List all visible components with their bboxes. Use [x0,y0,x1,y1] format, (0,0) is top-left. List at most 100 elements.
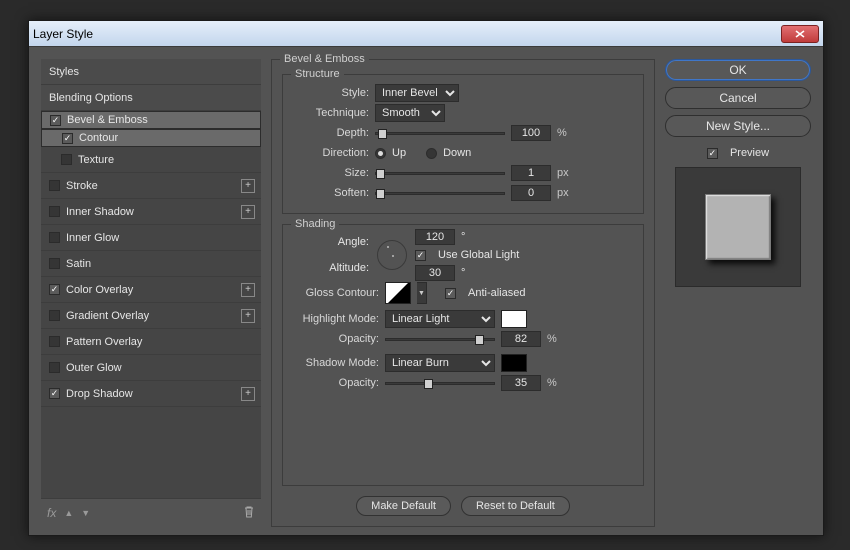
preview-label: Preview [730,147,769,159]
sidebar-item-blending-options[interactable]: Blending Options [41,85,261,111]
titlebar[interactable]: Layer Style [29,21,823,47]
shadow-color-swatch[interactable] [501,354,527,372]
checkbox[interactable] [49,284,60,295]
highlight-opacity-input[interactable]: 82 [501,331,541,347]
shadow-mode-label: Shadow Mode: [293,357,379,369]
label: Styles [49,66,79,78]
soften-slider[interactable] [375,192,505,195]
add-icon[interactable]: + [241,179,255,193]
checkbox[interactable] [49,232,60,243]
checkbox[interactable] [49,310,60,321]
add-icon[interactable]: + [241,205,255,219]
label: Gradient Overlay [66,310,149,322]
sidebar-item-gradient-overlay[interactable]: Gradient Overlay + [41,303,261,329]
sidebar-item-pattern-overlay[interactable]: Pattern Overlay [41,329,261,355]
layer-style-dialog: Layer Style Styles Blending Options Beve… [28,20,824,536]
ok-button[interactable]: OK [665,59,811,81]
label: Blending Options [49,92,133,104]
close-button[interactable] [781,25,819,43]
label: Texture [78,154,114,166]
altitude-input[interactable]: 30 [415,265,455,281]
gloss-contour-dropdown[interactable]: ▼ [417,282,427,304]
size-unit: px [557,167,575,179]
depth-slider[interactable] [375,132,505,135]
preview-checkbox[interactable] [707,148,718,159]
settings-panel: Bevel & Emboss Structure Style: Inner Be… [271,59,655,527]
sidebar-item-color-overlay[interactable]: Color Overlay + [41,277,261,303]
angle-widget[interactable] [377,240,407,270]
style-select[interactable]: Inner Bevel [375,84,459,102]
depth-input[interactable]: 100 [511,125,551,141]
add-icon[interactable]: + [241,387,255,401]
sidebar-item-texture[interactable]: Texture [41,147,261,173]
label: Color Overlay [66,284,133,296]
altitude-label: Altitude: [329,262,369,274]
sidebar-footer: fx [41,499,261,527]
sidebar-item-outer-glow[interactable]: Outer Glow [41,355,261,381]
global-light-label: Use Global Light [438,249,519,261]
style-label: Style: [293,87,369,99]
reset-to-default-button[interactable]: Reset to Default [461,496,570,516]
group-title: Structure [291,68,344,80]
checkbox[interactable] [49,362,60,373]
label: Bevel & Emboss [67,114,148,126]
sidebar-item-satin[interactable]: Satin [41,251,261,277]
shadow-opacity-input[interactable]: 35 [501,375,541,391]
technique-select[interactable]: Smooth [375,104,445,122]
depth-unit: % [557,127,575,139]
label: Satin [66,258,91,270]
unit: % [547,377,565,389]
size-input[interactable]: 1 [511,165,551,181]
add-icon[interactable]: + [241,283,255,297]
highlight-opacity-label: Opacity: [293,333,379,345]
shading-group: Shading Angle: Altitude: 120 ° [282,224,644,486]
checkbox[interactable] [49,180,60,191]
sidebar-item-inner-glow[interactable]: Inner Glow [41,225,261,251]
global-light-checkbox[interactable] [415,250,426,261]
highlight-mode-select[interactable]: Linear Light [385,310,495,328]
highlight-opacity-slider[interactable] [385,338,495,341]
make-default-button[interactable]: Make Default [356,496,451,516]
direction-down-radio[interactable] [426,148,437,159]
shadow-opacity-label: Opacity: [293,377,379,389]
checkbox[interactable] [49,388,60,399]
checkbox[interactable] [49,336,60,347]
checkbox[interactable] [49,258,60,269]
move-down-icon[interactable] [81,507,90,519]
trash-icon[interactable] [243,505,255,521]
direction-up-radio[interactable] [375,148,386,159]
sidebar-item-styles[interactable]: Styles [41,59,261,85]
gloss-contour-picker[interactable] [385,282,411,304]
checkbox[interactable] [62,133,73,144]
checkbox[interactable] [49,206,60,217]
cancel-button[interactable]: Cancel [665,87,811,109]
label: Inner Shadow [66,206,134,218]
shadow-mode-select[interactable]: Linear Burn [385,354,495,372]
fx-icon[interactable]: fx [47,506,56,520]
shadow-opacity-slider[interactable] [385,382,495,385]
preview-swatch [705,194,771,260]
soften-input[interactable]: 0 [511,185,551,201]
move-up-icon[interactable] [64,507,73,519]
size-label: Size: [293,167,369,179]
sidebar-item-stroke[interactable]: Stroke+ [41,173,261,199]
gloss-contour-label: Gloss Contour: [293,287,379,299]
sidebar-item-contour[interactable]: Contour [41,129,261,147]
styles-sidebar: Styles Blending Options Bevel & Emboss C… [41,59,261,527]
highlight-mode-label: Highlight Mode: [293,313,379,325]
checkbox[interactable] [61,154,72,165]
highlight-color-swatch[interactable] [501,310,527,328]
new-style-button[interactable]: New Style... [665,115,811,137]
add-icon[interactable]: + [241,309,255,323]
sidebar-item-drop-shadow[interactable]: Drop Shadow+ [41,381,261,407]
size-slider[interactable] [375,172,505,175]
angle-input[interactable]: 120 [415,229,455,245]
sidebar-item-bevel-emboss[interactable]: Bevel & Emboss [41,111,261,129]
down-label: Down [443,147,471,159]
sidebar-item-inner-shadow[interactable]: Inner Shadow + [41,199,261,225]
group-title: Shading [291,218,339,230]
checkbox[interactable] [50,115,61,126]
close-icon [795,30,805,38]
direction-label: Direction: [293,147,369,159]
anti-aliased-checkbox[interactable] [445,288,456,299]
